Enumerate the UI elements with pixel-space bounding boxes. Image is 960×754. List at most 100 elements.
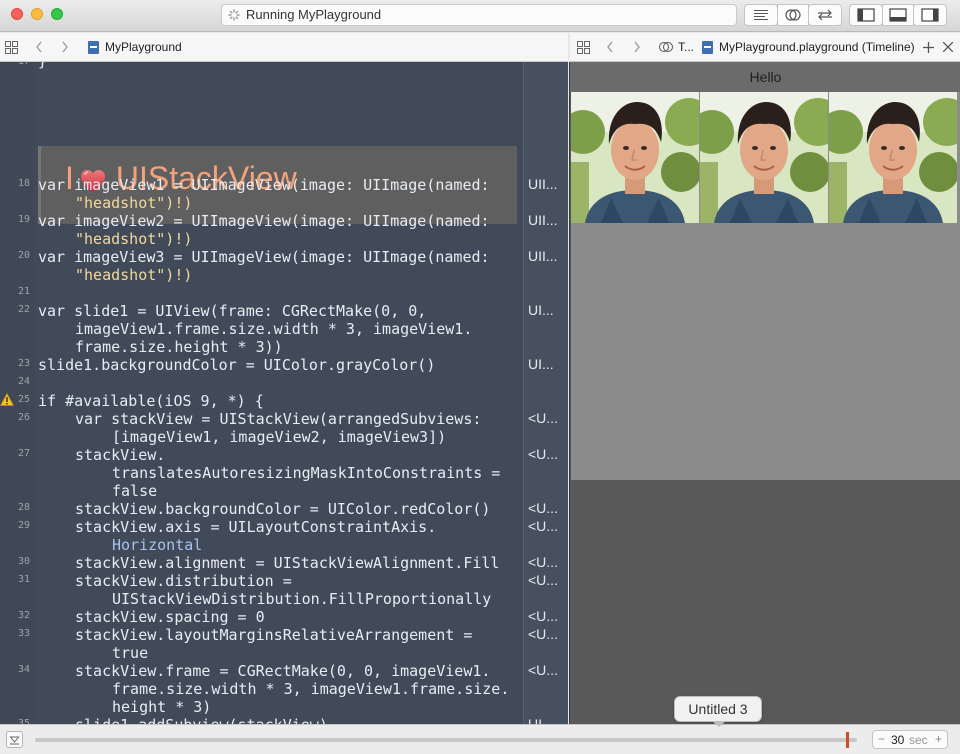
result-value[interactable]: <U...: [528, 626, 558, 642]
code-line-continuation: UIStackViewDistribution.FillProportional…: [112, 590, 492, 608]
line-number: 20: [17, 250, 30, 261]
playground-file-icon: [88, 40, 99, 54]
xcode-window: Running MyPlayground MyPlayground T... M…: [0, 0, 960, 754]
arrows-icon: [818, 9, 832, 21]
tooltip-tail: [712, 721, 726, 727]
result-value[interactable]: <U...: [528, 518, 558, 534]
lines-icon: [754, 10, 768, 20]
duration-value: 30: [891, 733, 905, 747]
standard-editor-button[interactable]: [744, 4, 778, 26]
result-value[interactable]: UII...: [528, 176, 558, 192]
bottom-panel-icon: [889, 8, 907, 22]
close-icon: [943, 42, 953, 52]
close-window-button[interactable]: [11, 8, 23, 20]
decrement-button[interactable]: −: [878, 732, 885, 746]
version-editor-button[interactable]: [808, 4, 842, 26]
minimize-window-button[interactable]: [31, 8, 43, 20]
code-line-continuation: "headshot")!): [75, 266, 193, 284]
close-assistant-button[interactable]: [943, 33, 953, 61]
code-line-continuation: imageView1.frame.size.width * 3, imageVi…: [75, 320, 473, 338]
code-line-continuation: frame.size.width * 3, imageView1.frame.s…: [112, 680, 510, 698]
assistant-back-button[interactable]: [606, 33, 614, 61]
increment-button[interactable]: +: [935, 732, 942, 746]
timeline-scrubber[interactable]: [35, 738, 857, 742]
jump-bar-file-label: MyPlayground: [105, 40, 182, 54]
line-number: 30: [17, 556, 30, 567]
grid-icon: [577, 40, 590, 54]
timeline-bar: − 30 sec +: [0, 724, 960, 754]
code-line-continuation: "headshot")!): [75, 230, 193, 248]
spinner-icon: [228, 9, 240, 21]
toggle-utilities-button[interactable]: [913, 4, 947, 26]
title-bar: Running MyPlayground: [0, 0, 960, 32]
duration-stepper[interactable]: − 30 sec +: [872, 730, 948, 749]
code-line-continuation: Horizontal: [112, 536, 203, 554]
line-number: 24: [17, 376, 30, 387]
back-button[interactable]: [35, 33, 43, 61]
assistant-file-label: MyPlayground.playground (Timeline): [719, 40, 915, 54]
code-line-continuation: height * 3): [112, 698, 212, 716]
editor-jump-bar: MyPlayground: [0, 33, 568, 62]
result-value[interactable]: UI...: [528, 356, 554, 372]
zoom-window-button[interactable]: [51, 8, 63, 20]
result-value[interactable]: UII...: [528, 248, 558, 264]
related-items-button[interactable]: [5, 33, 18, 61]
line-number: 23: [17, 358, 30, 369]
code-line: stackView.spacing = 0: [75, 608, 265, 626]
code-line: stackView.distribution =: [75, 572, 292, 590]
code-line-continuation: "headshot")!): [75, 194, 193, 212]
add-assistant-button[interactable]: [923, 33, 934, 61]
duration-unit: sec: [909, 733, 928, 747]
assistant-editor-button[interactable]: [777, 4, 809, 26]
result-value[interactable]: <U...: [528, 500, 558, 516]
result-value[interactable]: UI...: [528, 302, 554, 318]
grid-icon: [5, 40, 18, 54]
code-line-continuation: false: [112, 482, 158, 500]
line-number: 33: [17, 628, 30, 639]
forward-button[interactable]: [61, 33, 69, 61]
code-line: var stackView = UIStackView(arrangedSubv…: [75, 410, 482, 428]
line-number: 26: [17, 412, 30, 423]
toggle-debug-area-button[interactable]: [882, 4, 914, 26]
jump-bar-file[interactable]: MyPlayground: [88, 33, 182, 61]
result-value[interactable]: UI...: [528, 716, 554, 724]
linked-circles-icon: [659, 42, 673, 52]
triangle-down-icon: [9, 736, 20, 745]
code-area[interactable]: 17 } I UIStackView 18 var imageView1 = U…: [0, 62, 568, 724]
activity-viewer: Running MyPlayground: [221, 4, 737, 26]
headshot-image: [829, 92, 957, 223]
result-value[interactable]: <U...: [528, 554, 558, 570]
scrubber-playhead[interactable]: [846, 732, 849, 748]
show-debug-area-button[interactable]: [6, 731, 23, 748]
result-value[interactable]: <U...: [528, 608, 558, 624]
code-line: var imageView1 = UIImageView(image: UIIm…: [38, 176, 490, 194]
assistant-mode-label: T...: [678, 40, 695, 54]
assistant-file[interactable]: MyPlayground.playground (Timeline): [702, 33, 915, 61]
result-value[interactable]: UII...: [528, 212, 558, 228]
toggle-navigator-button[interactable]: [849, 4, 883, 26]
source-editor[interactable]: 17 } I UIStackView 18 var imageView1 = U…: [0, 62, 568, 724]
line-number: 34: [17, 664, 30, 675]
line-number: 31: [17, 574, 30, 585]
code-line: var imageView3 = UIImageView(image: UIIm…: [38, 248, 490, 266]
line-number: 21: [17, 286, 30, 297]
line-number: 25: [17, 394, 30, 405]
result-value[interactable]: <U...: [528, 572, 558, 588]
line-number: 27: [17, 448, 30, 459]
code-line: slide1.addSubview(stackView): [75, 716, 328, 724]
playground-file-icon: [702, 40, 713, 54]
chevron-right-icon: [62, 41, 68, 53]
line-number: 29: [17, 520, 30, 531]
headshot-image: [700, 92, 828, 223]
code-line: stackView.alignment = UIStackViewAlignme…: [75, 554, 500, 572]
assistant-forward-button[interactable]: [633, 33, 641, 61]
assistant-mode-selector[interactable]: T...: [658, 33, 694, 61]
result-value[interactable]: <U...: [528, 662, 558, 678]
assistant-related-items-button[interactable]: [577, 33, 590, 61]
timeline-tooltip: Untitled 3: [674, 696, 762, 722]
code-line-continuation: true: [112, 644, 149, 662]
code-line: stackView.axis = UILayoutConstraintAxis.: [75, 518, 437, 536]
headshot-image: [571, 92, 699, 223]
result-value[interactable]: <U...: [528, 410, 558, 426]
result-value[interactable]: <U...: [528, 446, 558, 462]
